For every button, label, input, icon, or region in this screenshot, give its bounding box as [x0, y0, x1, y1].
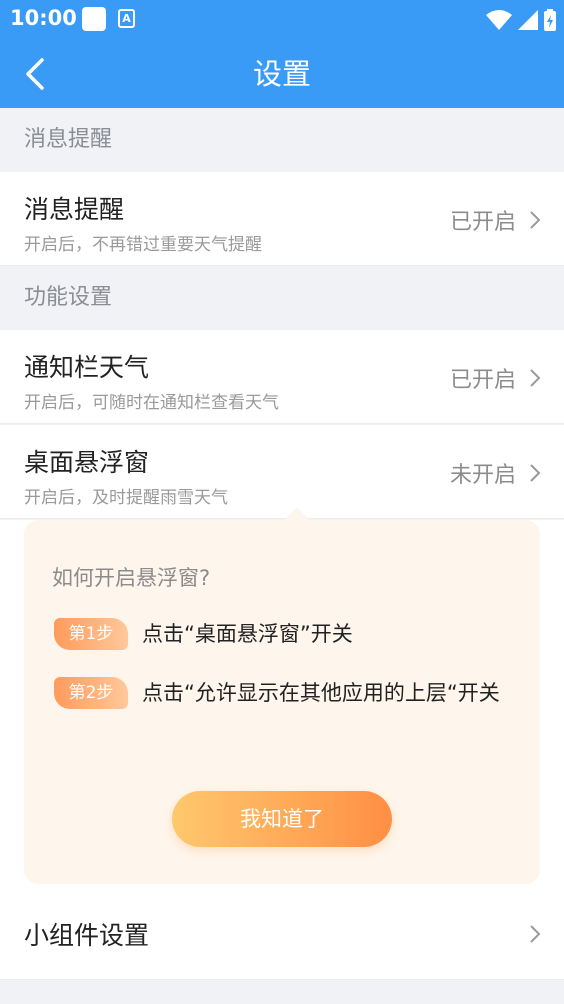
signal-icon — [518, 10, 538, 30]
section-header-features: 功能设置 — [0, 266, 564, 330]
floating-window-tip-area: 如何开启悬浮窗? 第1步 点击“桌面悬浮窗”开关 第2步 点击“允许显示在其他应… — [0, 507, 564, 886]
row-description: 开启后，及时提醒雨雪天气 — [24, 488, 228, 508]
row-title: 消息提醒 — [24, 195, 125, 224]
step-2-badge: 第2步 — [54, 677, 128, 709]
status-indicators — [486, 6, 556, 34]
status-bar: 10:00 A — [0, 0, 564, 40]
notification-weather-row[interactable]: 通知栏天气 开启后，可随时在通知栏查看天气 已开启 — [0, 330, 564, 424]
chevron-right-icon — [530, 925, 541, 943]
got-it-button[interactable]: 我知道了 — [172, 791, 392, 847]
message-reminder-row[interactable]: 消息提醒 开启后，不再错过重要天气提醒 已开启 — [0, 172, 564, 266]
battery-icon — [544, 9, 556, 31]
row-status: 未开启 — [449, 463, 516, 488]
row-description: 开启后，可随时在通知栏查看天气 — [24, 393, 279, 413]
chevron-right-icon — [530, 464, 541, 482]
row-title: 通知栏天气 — [24, 353, 150, 382]
floating-window-row[interactable]: 桌面悬浮窗 开启后，及时提醒雨雪天气 未开启 — [0, 425, 564, 519]
row-title: 桌面悬浮窗 — [24, 448, 150, 477]
keyboard-a-icon: A — [118, 9, 135, 28]
chevron-right-icon — [530, 211, 541, 229]
chevron-right-icon — [530, 369, 541, 387]
section-header-messages: 消息提醒 — [0, 108, 564, 172]
wifi-icon — [486, 10, 512, 30]
row-status: 已开启 — [449, 368, 516, 393]
row-status: 已开启 — [449, 210, 516, 235]
widget-settings-row[interactable]: 小组件设置 — [0, 886, 564, 980]
step-1-badge: 第1步 — [54, 618, 128, 650]
status-time: 10:00 — [10, 6, 77, 30]
tip-title: 如何开启悬浮窗? — [52, 566, 211, 590]
row-description: 开启后，不再错过重要天气提醒 — [24, 235, 262, 255]
floating-window-tip-card: 如何开启悬浮窗? 第1步 点击“桌面悬浮窗”开关 第2步 点击“允许显示在其他应… — [24, 507, 540, 884]
notification-square-icon — [82, 7, 106, 31]
app-bar: 设置 — [0, 40, 564, 108]
row-title: 小组件设置 — [24, 921, 150, 950]
page-title: 设置 — [252, 57, 311, 91]
step-2-text: 点击“允许显示在其他应用的上层“开关 — [142, 681, 500, 705]
step-1-text: 点击“桌面悬浮窗”开关 — [142, 622, 353, 646]
